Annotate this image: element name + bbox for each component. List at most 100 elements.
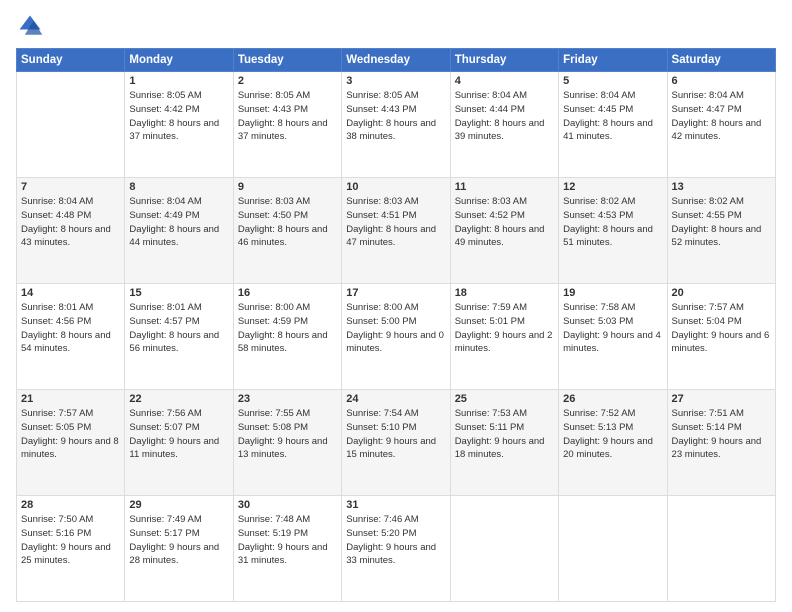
- day-number: 11: [455, 181, 554, 193]
- calendar-week-row: 7Sunrise: 8:04 AMSunset: 4:48 PMDaylight…: [17, 178, 776, 284]
- day-info: Sunrise: 8:01 AMSunset: 4:56 PMDaylight:…: [21, 301, 120, 356]
- calendar-cell: [450, 496, 558, 602]
- day-info: Sunrise: 8:02 AMSunset: 4:55 PMDaylight:…: [672, 195, 771, 250]
- weekday-header-row: SundayMondayTuesdayWednesdayThursdayFrid…: [17, 49, 776, 72]
- day-info: Sunrise: 7:53 AMSunset: 5:11 PMDaylight:…: [455, 407, 554, 462]
- day-info: Sunrise: 8:00 AMSunset: 5:00 PMDaylight:…: [346, 301, 445, 356]
- day-info: Sunrise: 7:59 AMSunset: 5:01 PMDaylight:…: [455, 301, 554, 356]
- page: SundayMondayTuesdayWednesdayThursdayFrid…: [0, 0, 792, 612]
- day-number: 25: [455, 393, 554, 405]
- day-number: 6: [672, 75, 771, 87]
- calendar-cell: 13 Sunrise: 8:02 AMSunset: 4:55 PMDayligh…: [667, 178, 775, 284]
- day-info: Sunrise: 8:04 AMSunset: 4:49 PMDaylight:…: [129, 195, 228, 250]
- calendar-cell: [559, 496, 667, 602]
- weekday-header: Saturday: [667, 49, 775, 72]
- day-number: 27: [672, 393, 771, 405]
- day-number: 4: [455, 75, 554, 87]
- day-info: Sunrise: 8:00 AMSunset: 4:59 PMDaylight:…: [238, 301, 337, 356]
- calendar-cell: 10 Sunrise: 8:03 AMSunset: 4:51 PMDayligh…: [342, 178, 450, 284]
- calendar-cell: 30Sunrise: 7:48 AMSunset: 5:19 PMDayligh…: [233, 496, 341, 602]
- day-number: 29: [129, 499, 228, 511]
- day-number: 28: [21, 499, 120, 511]
- calendar-cell: 16 Sunrise: 8:00 AMSunset: 4:59 PMDayligh…: [233, 284, 341, 390]
- calendar-cell: [17, 72, 125, 178]
- day-number: 16: [238, 287, 337, 299]
- day-info: Sunrise: 8:04 AMSunset: 4:45 PMDaylight:…: [563, 89, 662, 144]
- calendar-cell: 8 Sunrise: 8:04 AMSunset: 4:49 PMDaylight…: [125, 178, 233, 284]
- weekday-header: Wednesday: [342, 49, 450, 72]
- day-info: Sunrise: 7:58 AMSunset: 5:03 PMDaylight:…: [563, 301, 662, 356]
- day-number: 5: [563, 75, 662, 87]
- day-info: Sunrise: 8:03 AMSunset: 4:51 PMDaylight:…: [346, 195, 445, 250]
- calendar-week-row: 14 Sunrise: 8:01 AMSunset: 4:56 PMDayligh…: [17, 284, 776, 390]
- day-info: Sunrise: 8:03 AMSunset: 4:52 PMDaylight:…: [455, 195, 554, 250]
- calendar-week-row: 21 Sunrise: 7:57 AMSunset: 5:05 PMDayligh…: [17, 390, 776, 496]
- day-number: 8: [129, 181, 228, 193]
- day-number: 26: [563, 393, 662, 405]
- day-info: Sunrise: 7:56 AMSunset: 5:07 PMDaylight:…: [129, 407, 228, 462]
- calendar-cell: 19 Sunrise: 7:58 AMSunset: 5:03 PMDayligh…: [559, 284, 667, 390]
- day-number: 12: [563, 181, 662, 193]
- day-number: 31: [346, 499, 445, 511]
- day-info: Sunrise: 8:05 AMSunset: 4:42 PMDaylight:…: [129, 89, 228, 144]
- calendar-cell: 15 Sunrise: 8:01 AMSunset: 4:57 PMDayligh…: [125, 284, 233, 390]
- day-number: 9: [238, 181, 337, 193]
- calendar-cell: 11 Sunrise: 8:03 AMSunset: 4:52 PMDayligh…: [450, 178, 558, 284]
- weekday-header: Sunday: [17, 49, 125, 72]
- day-info: Sunrise: 8:01 AMSunset: 4:57 PMDaylight:…: [129, 301, 228, 356]
- day-info: Sunrise: 7:52 AMSunset: 5:13 PMDaylight:…: [563, 407, 662, 462]
- weekday-header: Thursday: [450, 49, 558, 72]
- weekday-header: Friday: [559, 49, 667, 72]
- day-number: 3: [346, 75, 445, 87]
- calendar-cell: 25 Sunrise: 7:53 AMSunset: 5:11 PMDayligh…: [450, 390, 558, 496]
- weekday-header: Monday: [125, 49, 233, 72]
- day-info: Sunrise: 7:51 AMSunset: 5:14 PMDaylight:…: [672, 407, 771, 462]
- calendar-cell: 2Sunrise: 8:05 AMSunset: 4:43 PMDaylight…: [233, 72, 341, 178]
- calendar-cell: 28 Sunrise: 7:50 AMSunset: 5:16 PMDayligh…: [17, 496, 125, 602]
- day-info: Sunrise: 7:49 AMSunset: 5:17 PMDaylight:…: [129, 513, 228, 568]
- weekday-header: Tuesday: [233, 49, 341, 72]
- calendar-cell: [667, 496, 775, 602]
- day-info: Sunrise: 8:05 AMSunset: 4:43 PMDaylight:…: [238, 89, 337, 144]
- day-number: 10: [346, 181, 445, 193]
- calendar-cell: 27 Sunrise: 7:51 AMSunset: 5:14 PMDayligh…: [667, 390, 775, 496]
- day-info: Sunrise: 8:04 AMSunset: 4:48 PMDaylight:…: [21, 195, 120, 250]
- day-info: Sunrise: 7:57 AMSunset: 5:05 PMDaylight:…: [21, 407, 120, 462]
- calendar-cell: 3 Sunrise: 8:05 AMSunset: 4:43 PMDaylight…: [342, 72, 450, 178]
- day-info: Sunrise: 8:04 AMSunset: 4:47 PMDaylight:…: [672, 89, 771, 144]
- calendar-cell: 20 Sunrise: 7:57 AMSunset: 5:04 PMDayligh…: [667, 284, 775, 390]
- calendar-week-row: 1 Sunrise: 8:05 AMSunset: 4:42 PMDaylight…: [17, 72, 776, 178]
- day-number: 17: [346, 287, 445, 299]
- day-info: Sunrise: 7:50 AMSunset: 5:16 PMDaylight:…: [21, 513, 120, 568]
- day-number: 23: [238, 393, 337, 405]
- calendar-table: SundayMondayTuesdayWednesdayThursdayFrid…: [16, 48, 776, 602]
- day-number: 21: [21, 393, 120, 405]
- calendar-cell: 26 Sunrise: 7:52 AMSunset: 5:13 PMDayligh…: [559, 390, 667, 496]
- day-number: 24: [346, 393, 445, 405]
- day-info: Sunrise: 7:54 AMSunset: 5:10 PMDaylight:…: [346, 407, 445, 462]
- day-number: 13: [672, 181, 771, 193]
- calendar-cell: 18Sunrise: 7:59 AMSunset: 5:01 PMDayligh…: [450, 284, 558, 390]
- day-number: 14: [21, 287, 120, 299]
- day-number: 15: [129, 287, 228, 299]
- calendar-cell: 31 Sunrise: 7:46 AMSunset: 5:20 PMDayligh…: [342, 496, 450, 602]
- calendar-cell: 24 Sunrise: 7:54 AMSunset: 5:10 PMDayligh…: [342, 390, 450, 496]
- calendar-cell: 6 Sunrise: 8:04 AMSunset: 4:47 PMDaylight…: [667, 72, 775, 178]
- calendar-week-row: 28 Sunrise: 7:50 AMSunset: 5:16 PMDayligh…: [17, 496, 776, 602]
- day-info: Sunrise: 7:46 AMSunset: 5:20 PMDaylight:…: [346, 513, 445, 568]
- calendar-cell: 22 Sunrise: 7:56 AMSunset: 5:07 PMDayligh…: [125, 390, 233, 496]
- calendar-cell: 5 Sunrise: 8:04 AMSunset: 4:45 PMDaylight…: [559, 72, 667, 178]
- day-number: 1: [129, 75, 228, 87]
- calendar-cell: 14 Sunrise: 8:01 AMSunset: 4:56 PMDayligh…: [17, 284, 125, 390]
- day-number: 19: [563, 287, 662, 299]
- day-number: 20: [672, 287, 771, 299]
- day-info: Sunrise: 8:05 AMSunset: 4:43 PMDaylight:…: [346, 89, 445, 144]
- day-number: 22: [129, 393, 228, 405]
- day-info: Sunrise: 7:57 AMSunset: 5:04 PMDaylight:…: [672, 301, 771, 356]
- calendar-cell: 1 Sunrise: 8:05 AMSunset: 4:42 PMDaylight…: [125, 72, 233, 178]
- day-info: Sunrise: 8:03 AMSunset: 4:50 PMDaylight:…: [238, 195, 337, 250]
- calendar-cell: 17 Sunrise: 8:00 AMSunset: 5:00 PMDayligh…: [342, 284, 450, 390]
- header: [16, 12, 776, 40]
- calendar-cell: 12Sunrise: 8:02 AMSunset: 4:53 PMDayligh…: [559, 178, 667, 284]
- logo-icon: [16, 12, 44, 40]
